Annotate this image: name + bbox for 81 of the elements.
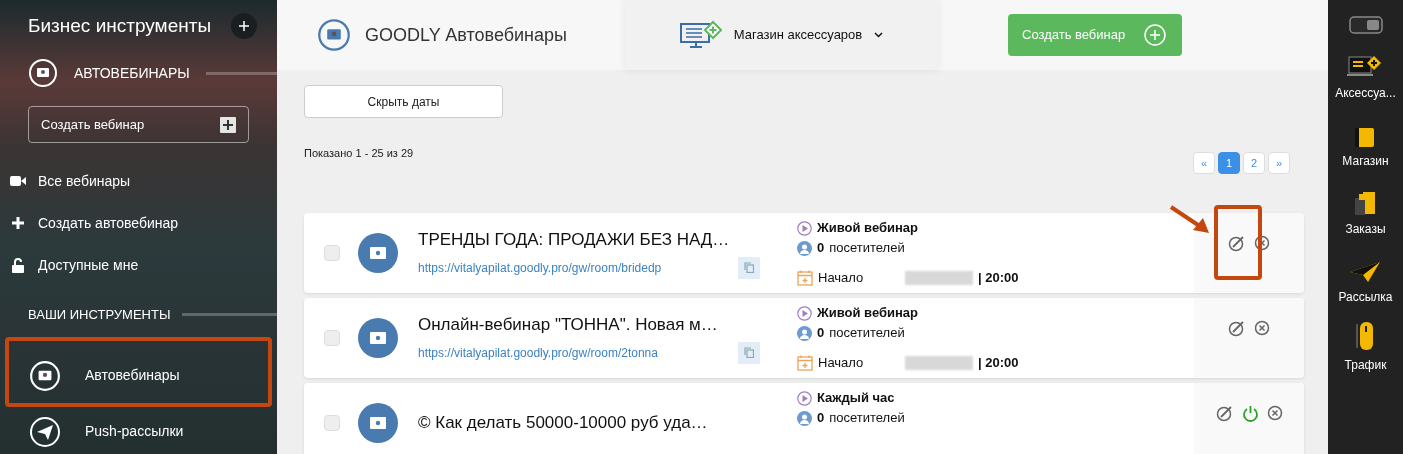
user-icon bbox=[797, 325, 812, 341]
annotation-arrow bbox=[1169, 205, 1211, 235]
webinar-logo-icon bbox=[317, 18, 351, 52]
plus-square-icon bbox=[220, 116, 236, 133]
webinar-icon bbox=[358, 318, 398, 358]
toolbar-app-item[interactable]: Аксессуа... bbox=[1335, 48, 1396, 102]
redacted-date bbox=[905, 271, 973, 285]
plus-icon bbox=[11, 216, 25, 230]
copy-icon bbox=[744, 347, 754, 359]
store-selector[interactable]: Магазин аксессуаров bbox=[625, 0, 938, 70]
pagination-button[interactable]: » bbox=[1268, 152, 1290, 174]
redacted-date bbox=[905, 356, 973, 370]
checkbox[interactable] bbox=[324, 330, 340, 346]
power-icon[interactable] bbox=[1241, 404, 1259, 422]
monitor-settings-icon bbox=[679, 20, 722, 50]
visitors-count: 0 bbox=[817, 239, 825, 258]
visitors-count: 0 bbox=[817, 324, 825, 343]
chevron-down-icon bbox=[874, 32, 884, 38]
sidebar-title: Бизнес инструменты bbox=[28, 13, 212, 38]
computer-mouse-icon bbox=[1355, 320, 1376, 352]
unlocked-padlock-icon bbox=[12, 257, 24, 273]
sidebar-tool-item[interactable]: Push-рассылки bbox=[5, 414, 272, 449]
visitors-label: посетителей bbox=[829, 324, 905, 343]
webinar-link[interactable]: https://vitalyapilat.goodly.pro/gw/room/2tonna bbox=[418, 343, 658, 362]
sidebar-menu-item[interactable]: Все вебинары bbox=[10, 171, 277, 191]
page-title: GOODLY Автовебинары bbox=[365, 23, 568, 47]
edit-icon[interactable] bbox=[1228, 319, 1246, 337]
start-time: | 20:00 bbox=[978, 269, 1019, 288]
boxes-icon bbox=[1353, 190, 1378, 216]
start-time: | 20:00 bbox=[978, 354, 1019, 373]
close-icon[interactable] bbox=[1254, 235, 1270, 251]
toolbar-app-item[interactable]: Трафик bbox=[1344, 320, 1387, 374]
toolbar-app-item[interactable]: Магазин bbox=[1342, 116, 1389, 170]
close-icon[interactable] bbox=[1266, 405, 1283, 421]
pagination-button[interactable]: « bbox=[1193, 152, 1215, 174]
webinar-link[interactable]: https://vitalyapilat.goodly.pro/gw/room/bridedp bbox=[418, 258, 662, 277]
webinar-type: Живой вебинар bbox=[817, 219, 919, 238]
sidebar-tool-item[interactable]: Автовебинары bbox=[5, 336, 272, 407]
video-camera-icon bbox=[10, 175, 26, 187]
user-icon bbox=[797, 240, 812, 256]
play-icon bbox=[797, 390, 812, 406]
visitors-label: посетителей bbox=[829, 409, 905, 428]
webinar-icon bbox=[358, 403, 398, 443]
webinar-icon bbox=[28, 58, 58, 88]
sidebar-menu-item[interactable]: Доступные мне bbox=[10, 255, 277, 275]
play-icon bbox=[797, 305, 812, 321]
calendar-icon bbox=[797, 270, 813, 286]
results-count: Показано 1 - 25 из 29 bbox=[304, 145, 414, 161]
start-label: Начало bbox=[818, 269, 865, 288]
sidebar-menu-item[interactable]: Создать автовебинар bbox=[10, 213, 277, 233]
visitors-label: посетителей bbox=[829, 239, 905, 258]
start-label: Начало bbox=[818, 354, 865, 373]
hide-dates-button[interactable]: Скрыть даты bbox=[304, 85, 503, 118]
pagination-button[interactable]: 2 bbox=[1243, 152, 1265, 174]
copy-icon bbox=[744, 262, 754, 274]
close-icon[interactable] bbox=[1254, 320, 1270, 336]
create-webinar-button[interactable]: Создать вебинар bbox=[28, 106, 249, 143]
paper-plane-icon bbox=[29, 415, 61, 448]
plus-icon bbox=[239, 21, 249, 31]
play-icon bbox=[797, 220, 812, 236]
toolbar-app-item[interactable]: Заказы bbox=[1345, 184, 1386, 238]
webinar-title[interactable]: © Как делать 50000-10000 руб уда… bbox=[418, 410, 760, 436]
webinar-type: Каждый час bbox=[817, 389, 895, 408]
visitors-count: 0 bbox=[817, 409, 825, 428]
checkbox[interactable] bbox=[324, 245, 340, 261]
plus-circle-icon bbox=[1144, 24, 1166, 46]
webinar-icon bbox=[358, 233, 398, 273]
webinar-type: Живой вебинар bbox=[817, 304, 919, 323]
section-title: АВТОВЕБИНАРЫ bbox=[74, 63, 190, 83]
section-heading: ВАШИ ИНСТРУМЕНТЫ bbox=[28, 306, 171, 324]
toolbar-app-item[interactable]: Рассылка bbox=[1338, 252, 1393, 306]
calendar-icon bbox=[797, 355, 813, 371]
checkbox[interactable] bbox=[324, 415, 340, 431]
user-icon bbox=[797, 410, 812, 426]
edit-icon[interactable] bbox=[1215, 404, 1234, 422]
toggle-switch-icon[interactable] bbox=[1348, 16, 1383, 34]
webinar-icon bbox=[29, 359, 61, 392]
webinar-title[interactable]: ТРЕНДЫ ГОДА: ПРОДАЖИ БЕЗ НАД… bbox=[418, 227, 760, 253]
edit-icon[interactable] bbox=[1228, 234, 1246, 252]
webinar-title[interactable]: Онлайн-вебинар "ТОННА". Новая м… bbox=[418, 312, 760, 338]
add-button[interactable] bbox=[231, 13, 257, 39]
